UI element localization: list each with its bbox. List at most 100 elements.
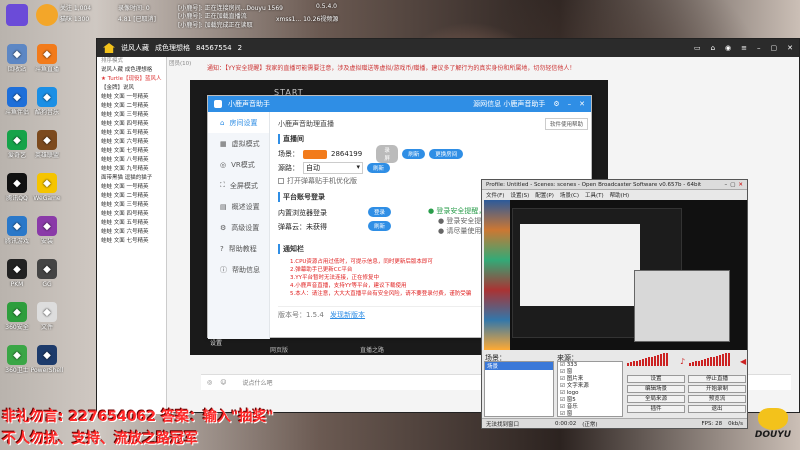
source-item[interactable]: ☑ 图片来: [558, 376, 622, 383]
gamepad-icon[interactable]: ◉: [725, 44, 731, 52]
desktop-icon[interactable]: ◆ PKM: [0, 259, 34, 288]
change-room-button[interactable]: 更换房间: [429, 149, 464, 159]
obs-menu-item[interactable]: 工具(T): [585, 191, 604, 199]
member-row[interactable]: 蛙蛙 文面 七号精英: [97, 147, 166, 156]
enter-button[interactable]: 刷新: [402, 149, 426, 159]
member-row[interactable]: 蛙蛙 文面 九号精英: [97, 165, 166, 174]
nav-item[interactable]: ▦ 虚拟模式: [208, 133, 269, 154]
member-row[interactable]: 蛙蛙 文面 五号精英: [97, 129, 166, 138]
member-row[interactable]: 蛙蛙 文面 六号精英: [97, 228, 166, 237]
member-row[interactable]: ★ Turtle【现役】蓝风人: [97, 75, 166, 84]
sidebar-mode[interactable]: 排序模式: [97, 57, 166, 66]
nav-item[interactable]: ⚙ 高级设置: [208, 217, 269, 238]
settings-label[interactable]: 设置: [210, 338, 222, 347]
source-checkbox[interactable]: ☑: [560, 397, 567, 403]
member-row[interactable]: 蛙蛙 文面 五号精英: [97, 219, 166, 228]
minimize-icon[interactable]: –: [568, 100, 572, 108]
obs-preview[interactable]: [484, 200, 747, 350]
desktop-icon[interactable]: ◆ PowerShell: [30, 345, 64, 374]
desktop-icon[interactable]: ◆ 360卫士: [0, 345, 34, 374]
video-tab[interactable]: 直播之路: [360, 345, 384, 354]
desktop-icon[interactable]: ◆ 酷狗音乐: [30, 87, 64, 116]
source-checkbox[interactable]: ☑: [560, 369, 567, 375]
list-head[interactable]: 团员(10): [169, 59, 205, 69]
member-row[interactable]: 蛙蛙 文面 七号精英: [97, 237, 166, 246]
source-checkbox[interactable]: ☑: [560, 362, 567, 368]
help-button[interactable]: 软件使用帮助: [544, 118, 588, 130]
source-select[interactable]: 自动 ▾: [303, 162, 363, 174]
desktop-icon[interactable]: ◆ 360安全: [0, 302, 34, 331]
desktop-icon[interactable]: ◆ 回收站: [0, 44, 34, 73]
source-checkbox[interactable]: ☑: [560, 383, 567, 389]
home-icon[interactable]: ⌂: [711, 44, 715, 52]
desktop-icon[interactable]: ◆ 爱奇艺: [0, 130, 34, 159]
maximize-icon[interactable]: ▢: [771, 44, 778, 52]
nav-item[interactable]: ▤ 概述设置: [208, 196, 269, 217]
scenes-list[interactable]: 场景: [484, 361, 554, 417]
obs-menu-item[interactable]: 配置(P): [535, 191, 554, 199]
desktop-icon[interactable]: ◆ 英雄联盟: [30, 130, 64, 159]
obs-button[interactable]: 停止直播: [688, 375, 746, 383]
gear-icon[interactable]: ⚙: [553, 100, 559, 108]
source-item[interactable]: ☑ logo: [558, 390, 622, 397]
source-checkbox[interactable]: ☑: [560, 404, 567, 410]
minimize-icon[interactable]: –: [757, 44, 761, 52]
member-row[interactable]: 【金牌】说风: [97, 84, 166, 93]
obs-button[interactable]: 全局来源: [627, 395, 685, 403]
close-icon[interactable]: ✕: [579, 100, 585, 108]
member-row[interactable]: 蛙蛙 文面 四号精英: [97, 120, 166, 129]
member-row[interactable]: 蛙蛙 文面 六号精英: [97, 138, 166, 147]
source-item[interactable]: ☑ 文字来源: [558, 383, 622, 390]
obs-button[interactable]: 编辑场景: [627, 385, 685, 393]
house-icon[interactable]: [103, 43, 115, 53]
member-row[interactable]: 蛙蛙 文面 三号精英: [97, 111, 166, 120]
minimize-icon[interactable]: –: [724, 182, 727, 188]
nav-item[interactable]: ⌂ 房间设置: [208, 112, 269, 133]
new-version-link[interactable]: 发现新版本: [330, 311, 365, 319]
desktop-icon[interactable]: ◆ WeGame: [30, 173, 64, 202]
source-refresh-button[interactable]: 刷新: [367, 163, 391, 173]
obs-menu-item[interactable]: 场景(C): [560, 191, 579, 199]
obs-button[interactable]: 预览流: [688, 395, 746, 403]
source-item[interactable]: ☑ 音乐: [558, 404, 622, 411]
source-checkbox[interactable]: ☑: [560, 376, 567, 382]
nav-item[interactable]: ? 帮助教程: [208, 238, 269, 259]
emoji-icon[interactable]: ☺: [220, 379, 226, 386]
desktop-icon[interactable]: ◆ 腾讯游戏: [0, 216, 34, 245]
member-row[interactable]: 蛙蛙 文面 二号精英: [97, 192, 166, 201]
close-icon[interactable]: ✕: [738, 182, 743, 188]
refresh-button[interactable]: 刷新: [368, 221, 392, 231]
sources-list[interactable]: ☑ 333 ☑ 窗 ☑ 图片来 ☑ 文字来源 ☑ logo ☑ 窗5 ☑ 音乐 ☑ 窗: [557, 361, 623, 417]
source-item[interactable]: ☑ 窗5: [558, 397, 622, 404]
source-checkbox[interactable]: ☑: [560, 390, 567, 396]
close-icon[interactable]: ✕: [787, 44, 793, 52]
chat-input[interactable]: 说点什么吧: [243, 378, 273, 387]
member-row[interactable]: 蛙蛙 文面 一号精英: [97, 183, 166, 192]
nav-item[interactable]: ⓘ 帮助信息: [208, 259, 269, 280]
desktop-icon[interactable]: ◆ 腾讯QQ: [0, 173, 34, 202]
source-item[interactable]: ☑ 333: [558, 362, 622, 369]
source-item[interactable]: ☑ 窗: [558, 411, 622, 418]
microphone-icon[interactable]: ♪: [680, 357, 685, 366]
source-item[interactable]: ☑ 窗: [558, 369, 622, 376]
speaker-icon[interactable]: ◀: [740, 357, 746, 366]
obs-button[interactable]: 退出: [688, 405, 746, 413]
obs-menu-item[interactable]: 设置(S): [510, 191, 529, 199]
obs-button[interactable]: 开始录制: [688, 385, 746, 393]
obs-button[interactable]: 设置: [627, 375, 685, 383]
member-row[interactable]: 说风人藏 成色理想格: [97, 66, 166, 75]
desktop-icon[interactable]: ◆ 文件: [30, 302, 64, 331]
source-checkbox[interactable]: ☑: [560, 411, 567, 417]
grey-button[interactable]: 录屏: [376, 145, 399, 163]
app-icon[interactable]: [6, 4, 28, 26]
member-row[interactable]: 蛙蛙 文面 一号精英: [97, 93, 166, 102]
scene-item[interactable]: 场景: [485, 362, 553, 370]
maximize-icon[interactable]: ▢: [730, 182, 735, 188]
video-tab[interactable]: 网页版: [270, 345, 288, 354]
login-button[interactable]: 登录: [368, 207, 392, 217]
member-row[interactable]: 蛙蛙 文面 三号精英: [97, 201, 166, 210]
nav-item[interactable]: ◎ VR模式: [208, 154, 269, 175]
member-row[interactable]: 面带黑猫 逗猫的猫子: [97, 174, 166, 183]
desktop-icon[interactable]: ◆ 安装: [30, 216, 64, 245]
member-row[interactable]: 蛙蛙 文面 四号精英: [97, 210, 166, 219]
